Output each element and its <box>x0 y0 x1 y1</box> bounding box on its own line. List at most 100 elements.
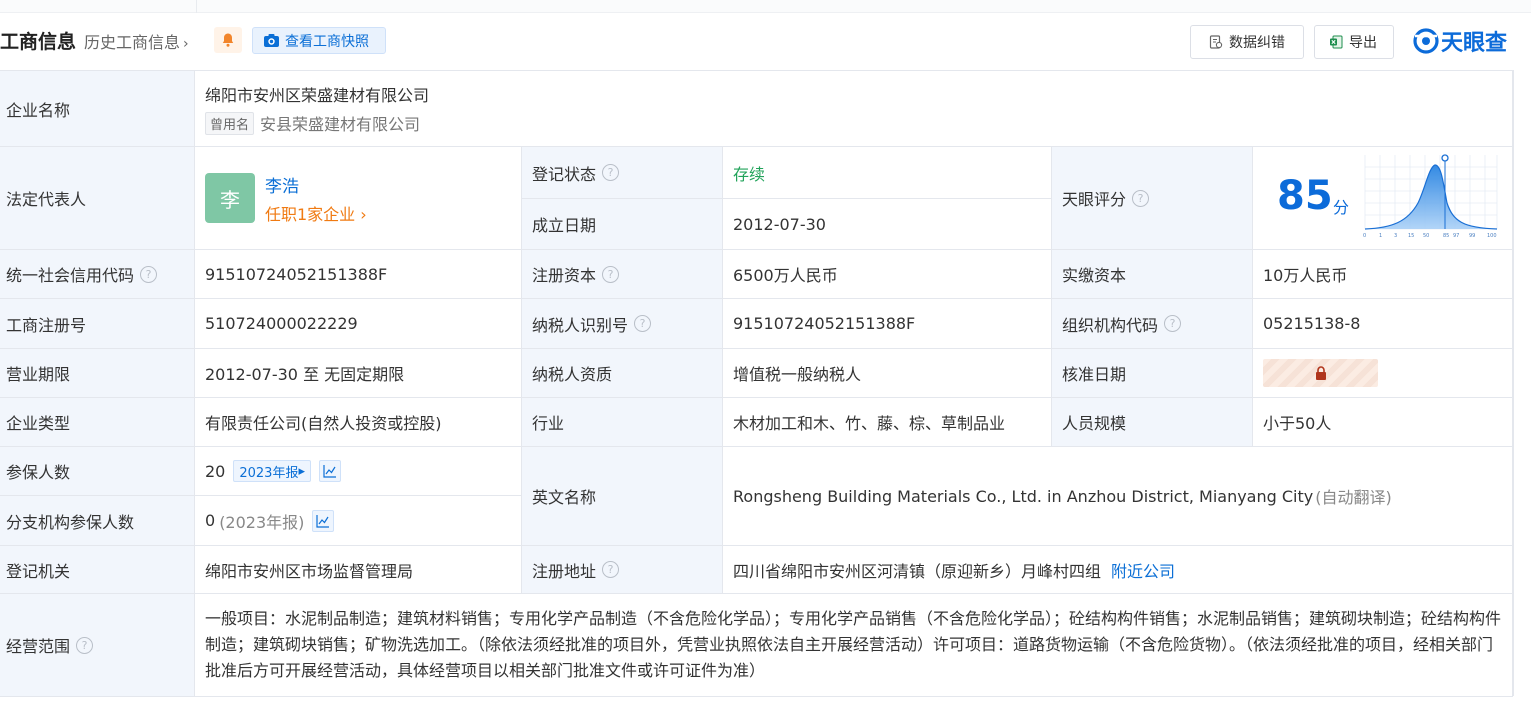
history-link-label: 历史工商信息 <box>84 33 181 52</box>
established-value: 2012-07-30 <box>723 199 1052 250</box>
taxpayer-id-value: 91510724052151388F <box>723 299 1052 349</box>
export-label: 导出 <box>1349 35 1377 51</box>
tax-qual-label: 纳税人资质 <box>522 349 723 398</box>
reg-capital-value: 6500万人民币 <box>723 250 1052 299</box>
staff-label: 人员规模 <box>1052 398 1253 447</box>
address-value: 四川省绵阳市安州区河清镇（原迎新乡）月峰村四组 <box>733 561 1102 581</box>
score-tick-label: 1 <box>1379 233 1382 239</box>
bell-icon <box>222 33 234 47</box>
data-correction-button[interactable]: 数据纠错 <box>1190 25 1304 59</box>
logo-mark-icon <box>1413 28 1439 54</box>
established-label: 成立日期 <box>522 199 723 250</box>
former-name-row: 曾用名 安县荣盛建材有限公司 <box>205 111 420 135</box>
top-strip-divider <box>196 0 197 13</box>
scope-label: 经营范围 <box>6 637 71 656</box>
section-header: 工商信息 历史工商信息 › 查看工商快照 数据纠错 导出 天眼查 <box>0 22 1531 60</box>
lock-icon <box>1315 366 1326 380</box>
authority-label: 登记机关 <box>0 546 195 594</box>
industry-label: 行业 <box>522 398 723 447</box>
help-icon[interactable]: ? <box>602 561 620 578</box>
avatar[interactable]: 李 <box>205 173 255 223</box>
excel-icon <box>1330 35 1343 49</box>
credit-code-label-cell: 统一社会信用代码? <box>0 250 195 299</box>
score-label-cell: 天眼评分? <box>1052 147 1253 250</box>
legal-rep-name[interactable]: 李浩 <box>265 172 367 197</box>
score-value: 85 <box>1277 173 1333 219</box>
reg-capital-label: 注册资本 <box>532 266 597 285</box>
score-cell: 85 分 0 1 3 15 50 85 97 99 100 <box>1253 147 1513 250</box>
status-label: 登记状态 <box>532 164 597 184</box>
status-label-cell: 登记状态? <box>522 147 723 199</box>
insured-label: 参保人数 <box>0 447 195 496</box>
monitor-bell-button[interactable] <box>214 27 242 53</box>
data-correction-label: 数据纠错 <box>1229 35 1285 51</box>
branch-insured-note: (2023年报) <box>219 512 305 532</box>
help-icon[interactable]: ? <box>602 164 620 181</box>
en-name-cell: Rongsheng Building Materials Co., Ltd. i… <box>723 447 1513 546</box>
annual-report-label: 2023年报 <box>239 465 299 481</box>
scope-label-cell: 经营范围? <box>0 594 195 697</box>
auto-translate-note: (自动翻译) <box>1315 488 1392 507</box>
help-icon[interactable]: ? <box>140 265 158 283</box>
help-icon[interactable]: ? <box>1164 315 1182 332</box>
history-link[interactable]: 历史工商信息 › <box>84 29 189 53</box>
address-cell: 四川省绵阳市安州区河清镇（原迎新乡）月峰村四组 附近公司 <box>723 546 1513 594</box>
address-label-cell: 注册地址? <box>522 546 723 594</box>
snapshot-button[interactable]: 查看工商快照 <box>252 27 386 54</box>
score-tick-label: 0 <box>1363 233 1366 239</box>
help-icon[interactable]: ? <box>76 636 94 654</box>
company-name: 绵阳市安州区荣盛建材有限公司 <box>205 86 430 105</box>
credit-code-value: 91510724052151388F <box>195 250 522 299</box>
nearby-companies-link[interactable]: 附近公司 <box>1111 558 1175 582</box>
taxpayer-id-label: 纳税人识别号 <box>532 315 629 335</box>
help-icon[interactable]: ? <box>602 265 620 283</box>
type-label: 企业类型 <box>0 398 195 447</box>
legal-rep-jobs: 任职1家企业 <box>265 204 356 224</box>
help-icon[interactable]: ? <box>634 315 652 332</box>
branch-insured-cell: 0 (2023年报) <box>195 496 522 546</box>
tax-qual-value: 增值税一般纳税人 <box>723 349 1052 398</box>
staff-value: 小于50人 <box>1253 398 1513 447</box>
tianyancha-logo: 天眼查 <box>1413 24 1507 58</box>
branch-insured-label: 分支机构参保人数 <box>0 496 195 546</box>
scope-value: 一般项目：水泥制品制造；建筑材料销售；专用化学产品制造（不含危险化学品）；专用化… <box>195 594 1513 697</box>
authority-value: 绵阳市安州区市场监督管理局 <box>195 546 522 594</box>
branch-insured-value: 0 <box>205 511 216 530</box>
score-tick-label: 50 <box>1423 233 1429 239</box>
top-strip <box>0 0 1531 13</box>
reg-no-label: 工商注册号 <box>0 299 195 349</box>
type-value: 有限责任公司(自然人投资或控股) <box>195 398 522 447</box>
annual-report-tag[interactable]: 2023年报 ▸ <box>233 460 311 482</box>
logo-text: 天眼查 <box>1441 31 1508 56</box>
org-code-value: 05215138-8 <box>1253 299 1513 349</box>
chevron-right-icon: › <box>183 36 189 52</box>
company-name-label: 企业名称 <box>0 71 195 147</box>
help-icon[interactable]: ? <box>1132 189 1150 207</box>
status-value: 存续 <box>723 147 1052 199</box>
camera-icon <box>264 34 279 47</box>
score-tick-label: 85 <box>1443 233 1449 239</box>
address-label: 注册地址 <box>532 561 597 581</box>
org-code-label-cell: 组织机构代码? <box>1052 299 1253 349</box>
export-button[interactable]: 导出 <box>1314 25 1394 59</box>
industry-value: 木材加工和木、竹、藤、棕、草制品业 <box>723 398 1052 447</box>
trend-button[interactable] <box>312 509 335 532</box>
score-label: 天眼评分 <box>1062 190 1127 209</box>
edit-doc-icon <box>1209 35 1223 49</box>
term-label: 营业期限 <box>0 349 195 398</box>
legal-rep-jobs-link[interactable]: 任职1家企业 › <box>265 201 367 225</box>
former-name-tag: 曾用名 <box>205 111 255 135</box>
trend-button[interactable] <box>318 460 341 482</box>
score-distribution-chart: 0 1 3 15 50 85 97 99 100 <box>1363 154 1498 239</box>
credit-code-label: 统一社会信用代码 <box>6 266 135 285</box>
section-title: 工商信息 <box>0 31 77 53</box>
snapshot-label: 查看工商快照 <box>285 33 369 50</box>
insured-cell: 20 2023年报 ▸ <box>195 447 522 496</box>
term-value: 2012-07-30 至 无固定期限 <box>195 349 522 398</box>
score-tick-label: 100 <box>1487 233 1497 239</box>
reg-capital-label-cell: 注册资本? <box>522 250 723 299</box>
score-tick-label: 97 <box>1453 233 1459 239</box>
paid-capital-label: 实缴资本 <box>1052 250 1253 299</box>
approve-date-label: 核准日期 <box>1052 349 1253 398</box>
locked-value-button[interactable] <box>1263 359 1378 387</box>
